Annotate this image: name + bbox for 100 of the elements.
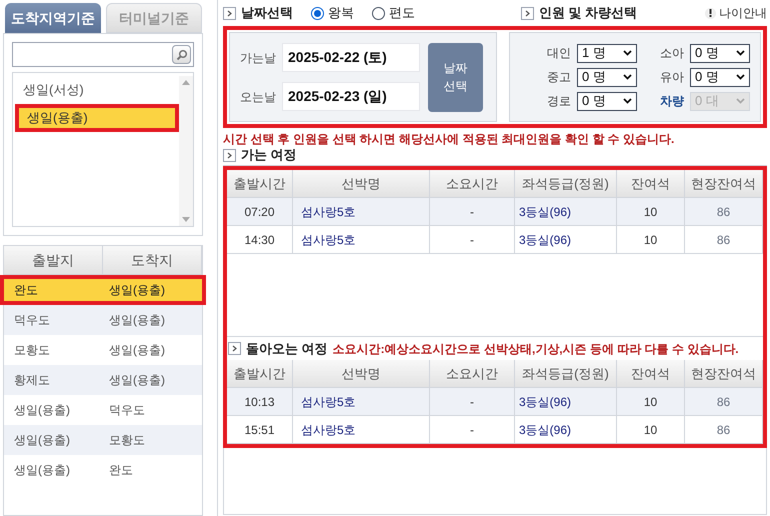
- passenger-label: 대인: [547, 45, 571, 62]
- table-cell-text: 완도: [13, 282, 39, 299]
- passenger-label: 차량: [660, 93, 684, 110]
- table-cell: -: [430, 388, 515, 415]
- column-header: 현장잔여석: [685, 170, 763, 197]
- date-field[interactable]: 2025-02-23 (일): [282, 82, 420, 111]
- count-dropdown[interactable]: 0 명: [690, 68, 750, 86]
- chevron-down-icon: [623, 50, 632, 56]
- column-header: 좌석등급(정원): [515, 170, 617, 197]
- table-cell-text: 생일(용출): [13, 462, 71, 479]
- search-field[interactable]: [12, 42, 194, 67]
- date-select-button[interactable]: 날짜 선택: [428, 42, 483, 112]
- route-row[interactable]: 완도 생일(용출): [0, 275, 206, 305]
- region-item[interactable]: 생일(서성): [15, 76, 179, 104]
- table-cell: 07:20: [227, 198, 293, 225]
- column-header: 선박명: [293, 170, 430, 197]
- chevron-down-icon: [736, 74, 745, 80]
- table-cell: 86: [685, 416, 763, 443]
- table-cell: -: [430, 416, 515, 443]
- count-dropdown[interactable]: 0 명: [577, 68, 637, 86]
- table-cell: 86: [685, 226, 763, 253]
- age-guide-link[interactable]: 나이안내: [719, 4, 767, 22]
- table-cell-text: 생일(용출): [108, 282, 166, 299]
- column-header: 출발지: [4, 246, 103, 274]
- scroll-up-icon[interactable]: [182, 80, 190, 85]
- trip-radio[interactable]: 왕복: [311, 3, 354, 23]
- passenger-label: 유아: [660, 69, 684, 86]
- column-header: 도착지: [103, 246, 202, 274]
- table-cell-text: 생일(용출): [108, 372, 166, 389]
- schedule-row[interactable]: 15:51 섬사랑5호 - 3등실(96) 10 86: [227, 416, 763, 444]
- table-cell-text: 생일(용출): [13, 402, 71, 419]
- table-cell: 10: [617, 198, 685, 225]
- chevron-down-icon: [623, 98, 632, 104]
- column-header: 소요시간: [430, 360, 515, 387]
- column-header: 잔여석: [617, 170, 685, 197]
- column-header: 잔여석: [617, 360, 685, 387]
- section-title: 돌아오는 여정: [246, 340, 328, 358]
- chevron-down-icon: [623, 74, 632, 80]
- route-row[interactable]: 황제도 생일(용출): [4, 365, 202, 395]
- chevron-icon: [223, 148, 236, 162]
- passenger-label: 경로: [547, 93, 571, 110]
- table-cell-text: 모황도: [13, 342, 51, 359]
- chevron-down-icon: [736, 98, 745, 104]
- table-cell: 섬사랑5호: [293, 198, 430, 225]
- table-cell-text: 덕우도: [108, 402, 146, 419]
- section-title: 가는 여정: [241, 146, 297, 164]
- chevron-icon: [223, 6, 236, 20]
- column-header: 현장잔여석: [685, 360, 763, 387]
- schedule-row[interactable]: 14:30 섬사랑5호 - 3등실(96) 10 86: [227, 226, 763, 254]
- section-title: 날짜선택: [241, 4, 293, 22]
- count-dropdown[interactable]: 0 명: [690, 44, 750, 62]
- passenger-label: 중고: [547, 69, 571, 86]
- schedule-row[interactable]: 10:13 섬사랑5호 - 3등실(96) 10 86: [227, 388, 763, 416]
- date-label: 오는날: [240, 88, 276, 106]
- table-cell-text: 생일(용출): [108, 312, 166, 329]
- scrollbar[interactable]: [179, 76, 193, 226]
- scroll-down-icon[interactable]: [182, 217, 190, 222]
- table-cell: 3등실(96): [515, 388, 617, 415]
- count-dropdown[interactable]: 0 명: [577, 92, 637, 110]
- chevron-down-icon: [736, 50, 745, 56]
- table-cell: 86: [685, 388, 763, 415]
- chevron-icon: [521, 7, 534, 20]
- date-label: 가는날: [240, 50, 276, 66]
- count-dropdown[interactable]: 1 명: [577, 44, 637, 62]
- table-cell-text: 황제도: [13, 372, 51, 389]
- table-cell: 3등실(96): [515, 416, 617, 443]
- schedule-row[interactable]: 07:20 섬사랑5호 - 3등실(96) 10 86: [227, 198, 763, 226]
- info-icon: [705, 8, 716, 18]
- column-header: 소요시간: [430, 170, 515, 197]
- route-row[interactable]: 생일(용출) 모황도: [4, 425, 202, 455]
- table-cell: 10:13: [227, 388, 293, 415]
- passenger-label: 소아: [660, 45, 684, 62]
- table-cell-text: 모황도: [108, 432, 146, 449]
- note-text: 소요시간:예상소요시간으로 선박상태,기상,시즌 등에 따라 다를 수 있습니다.: [332, 340, 739, 358]
- table-cell: 14:30: [227, 226, 293, 253]
- table-cell-text: 완도: [108, 462, 134, 479]
- table-cell: 10: [617, 388, 685, 415]
- column-header: 선박명: [293, 360, 430, 387]
- notice-text: 시간 선택 후 인원을 선택 하시면 해당선사에 적용된 최대인원을 확인 할 수 있습니다.: [223, 131, 676, 147]
- date-field[interactable]: 2025-02-22 (토): [282, 43, 420, 72]
- trip-radio[interactable]: 편도: [372, 3, 415, 23]
- column-header: 좌석등급(정원): [515, 360, 617, 387]
- tab[interactable]: 도착지역기준: [5, 3, 101, 33]
- table-cell: 3등실(96): [515, 198, 617, 225]
- section-title: 인원 및 차량선택: [539, 4, 638, 22]
- table-cell-text: 생일(용출): [13, 432, 71, 449]
- search-icon[interactable]: [172, 45, 191, 64]
- table-cell: 15:51: [227, 416, 293, 443]
- table-cell: 섬사랑5호: [293, 226, 430, 253]
- route-row[interactable]: 덕우도 생일(용출): [4, 305, 202, 335]
- region-item[interactable]: 생일(용출): [15, 104, 179, 132]
- table-cell: -: [430, 198, 515, 225]
- table-cell: 섬사랑5호: [293, 388, 430, 415]
- table-cell: 86: [685, 198, 763, 225]
- chevron-icon: [228, 342, 241, 355]
- table-cell: 3등실(96): [515, 226, 617, 253]
- table-cell: 10: [617, 416, 685, 443]
- column-header: 출발시간: [227, 360, 293, 387]
- table-cell: -: [430, 226, 515, 253]
- table-cell: 섬사랑5호: [293, 416, 430, 443]
